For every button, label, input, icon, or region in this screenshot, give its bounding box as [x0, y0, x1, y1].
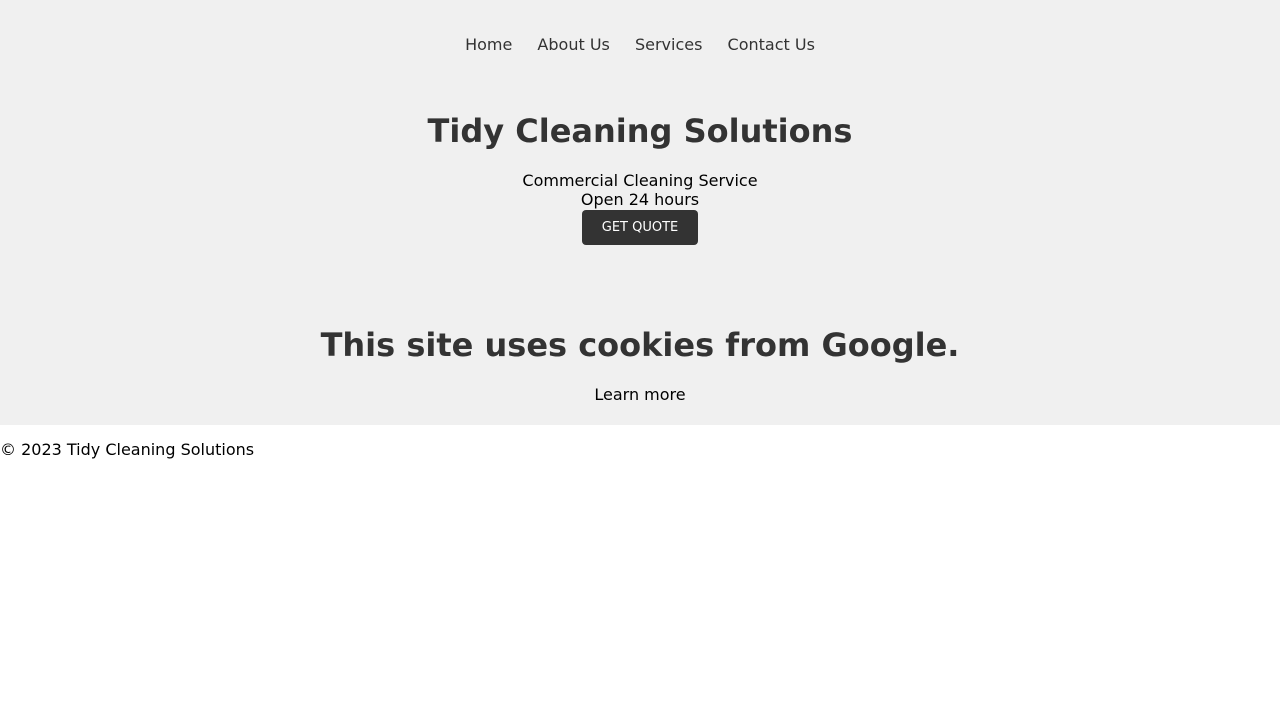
main-nav: Home About Us Services Contact Us [0, 34, 1280, 56]
hero-subtitle-hours: Open 24 hours [580, 190, 700, 209]
nav-link-contact-us[interactable]: Contact Us [728, 35, 815, 54]
hero-subtitle: Commercial Cleaning Service Open 24 hour… [0, 171, 1280, 209]
hero-title: Tidy Cleaning Solutions [427, 112, 853, 150]
cookie-notice-title: This site uses cookies from Google. [320, 326, 960, 364]
nav-link-home[interactable]: Home [465, 35, 512, 54]
nav-link-services[interactable]: Services [635, 35, 702, 54]
hero-subtitle-service: Commercial Cleaning Service [522, 171, 758, 190]
learn-more-link[interactable]: Learn more [594, 385, 685, 404]
get-quote-button[interactable]: GET QUOTE [582, 210, 698, 245]
footer-copyright: © 2023 Tidy Cleaning Solutions [0, 440, 255, 459]
top-panel: Home About Us Services Contact Us Tidy C… [0, 0, 1280, 425]
nav-link-about-us[interactable]: About Us [537, 35, 609, 54]
cookie-notice-link-wrapper: Learn more [0, 385, 1280, 405]
